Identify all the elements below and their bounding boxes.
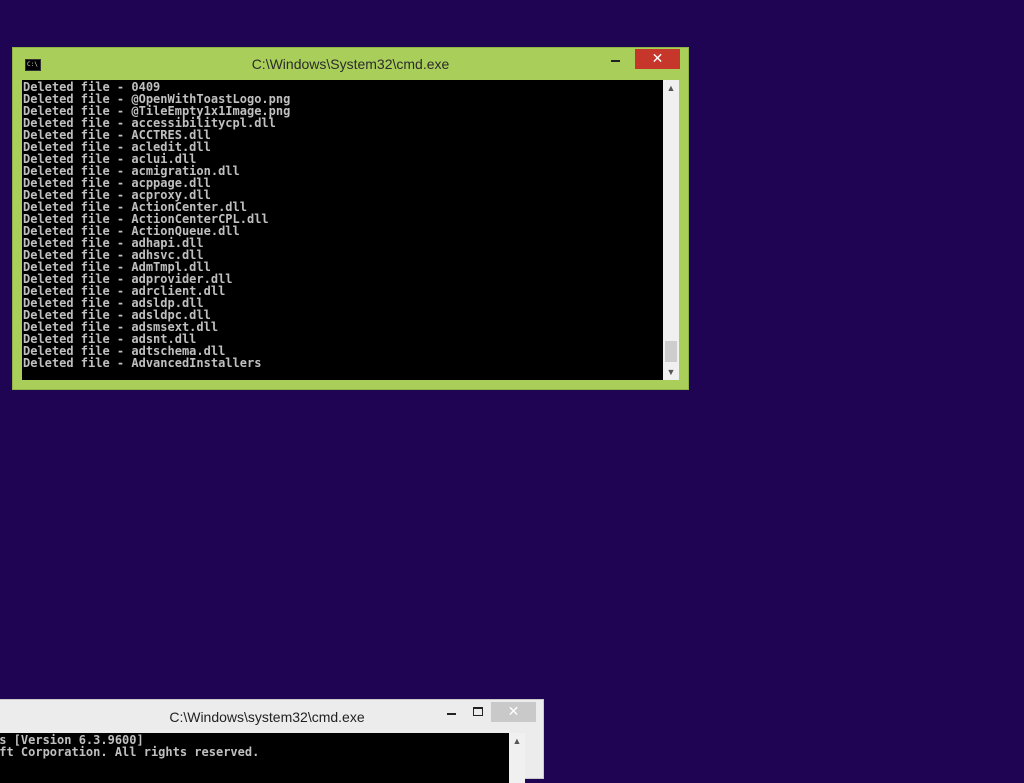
- title-bar-secondary[interactable]: C:\Windows\system32\cmd.exe ✕: [0, 700, 543, 732]
- console-output[interactable]: Deleted file - 0409 Deleted file - @Open…: [22, 80, 663, 380]
- console-text-secondary: ws [Version 6.3.9600] oft Corporation. A…: [0, 733, 509, 758]
- close-button-secondary[interactable]: ✕: [491, 702, 536, 722]
- scroll-up-arrow-icon[interactable]: ▲: [663, 80, 679, 96]
- console-line: Deleted file - AdvancedInstallers: [23, 356, 262, 370]
- vertical-scrollbar-secondary[interactable]: ▲: [509, 733, 525, 783]
- minimize-button-secondary[interactable]: [439, 702, 465, 722]
- title-bar[interactable]: C:\Windows\System32\cmd.exe ✕: [13, 48, 688, 80]
- console-text: Deleted file - 0409 Deleted file - @Open…: [22, 80, 663, 369]
- cmd-window-main[interactable]: C:\Windows\System32\cmd.exe ✕ Deleted fi…: [12, 47, 689, 390]
- scroll-thumb[interactable]: [665, 341, 677, 362]
- window-title: C:\Windows\System32\cmd.exe: [251, 56, 450, 72]
- maximize-button-secondary[interactable]: [465, 702, 491, 722]
- vertical-scrollbar[interactable]: ▲ ▼: [663, 80, 679, 380]
- close-button[interactable]: ✕: [635, 49, 680, 69]
- minimize-button[interactable]: [603, 49, 629, 69]
- console-line: oft Corporation. All rights reserved.: [0, 745, 260, 759]
- scroll-up-arrow-icon-secondary[interactable]: ▲: [509, 733, 525, 749]
- cmd-window-secondary[interactable]: C:\Windows\system32\cmd.exe ✕ ws [Versio…: [0, 699, 544, 783]
- cmd-app-icon[interactable]: [25, 59, 41, 71]
- console-output-secondary[interactable]: ws [Version 6.3.9600] oft Corporation. A…: [0, 733, 509, 783]
- scroll-down-arrow-icon[interactable]: ▼: [663, 364, 679, 380]
